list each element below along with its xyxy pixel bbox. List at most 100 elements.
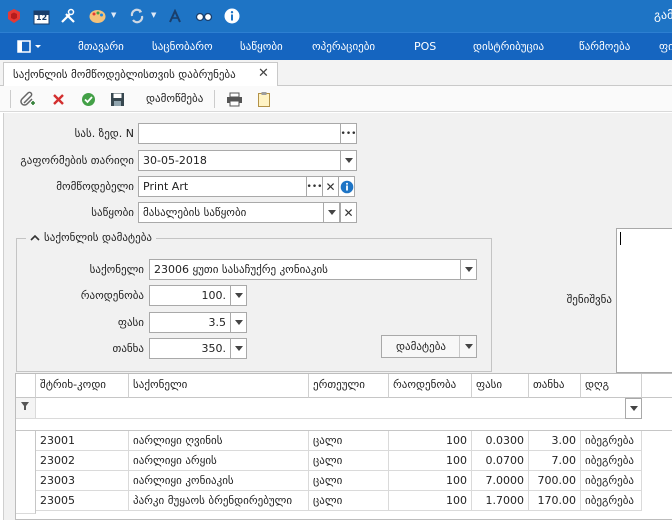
table-cell[interactable]: 23001 [36,431,129,451]
table-cell[interactable]: 700.00 [529,471,581,491]
column-header-amount[interactable]: თანხა [529,374,581,398]
table-cell[interactable]: 0.0700 [472,451,529,471]
table-cell[interactable]: ცალი [309,431,389,451]
menu-item-distribution[interactable]: დისტრიბუცია [473,40,544,53]
doc-number-browse-button[interactable]: ••• [340,123,357,144]
clipboard-icon[interactable] [254,89,274,109]
glasses-icon[interactable] [194,6,214,26]
table-cell[interactable]: 23003 [36,471,129,491]
tools-icon[interactable] [58,6,78,26]
grid-row-header [16,374,36,398]
supplier-info-icon[interactable] [338,176,355,197]
tab-supplier-return[interactable]: საქონლის მომწოდებლისთვის დაბრუნება ✕ [3,62,278,87]
amount-dropdown-button[interactable] [230,338,247,359]
table-cell[interactable]: იბეგრება [581,431,642,451]
column-header-item[interactable]: საქონელი [129,374,309,398]
chevron-down-icon [234,320,243,325]
filter-row[interactable] [36,398,642,419]
date-field[interactable]: 30-05-2018 [138,150,341,171]
save-icon[interactable] [107,89,127,109]
info-icon[interactable] [222,6,242,26]
print-icon[interactable] [224,89,244,109]
item-field[interactable]: 23006 ყუთი სასაჩუქრე კონიაკის [149,259,463,280]
palette-dropdown-icon[interactable]: ▼ [111,11,116,19]
table-cell[interactable]: 100 [389,471,472,491]
menu-item-production[interactable]: წარმოება [579,40,630,53]
table-cell[interactable]: 170.00 [529,491,581,511]
supplier-field[interactable]: Print Art [138,176,307,197]
app-logo-icon[interactable] [4,6,24,26]
item-dropdown-button[interactable] [460,259,477,280]
sync-dropdown-icon[interactable]: ▼ [151,11,156,19]
table-cell[interactable]: 0.0300 [472,431,529,451]
supplier-clear-button[interactable]: ✕ [322,176,339,197]
table-cell[interactable]: ცალი [309,491,389,511]
menu-item-pos[interactable]: POS [414,40,436,53]
notes-textarea[interactable] [616,228,672,373]
close-tab-icon[interactable]: ✕ [258,66,269,81]
palette-icon[interactable] [87,6,107,26]
table-cell[interactable]: 3.00 [529,431,581,451]
quantity-dropdown-button[interactable] [230,285,247,306]
amount-field[interactable]: 350. [149,338,231,359]
add-item-group-header[interactable]: საქონლის დამატება [26,231,156,244]
table-cell[interactable]: 7.0000 [472,471,529,491]
table-cell[interactable]: იბეგრება [581,451,642,471]
tab-title: საქონლის მომწოდებლისთვის დაბრუნება [13,68,236,81]
table-cell[interactable]: 100 [389,451,472,471]
sync-icon[interactable] [127,6,147,26]
approve-icon[interactable] [78,89,98,109]
table-cell[interactable]: იბეგრება [581,471,642,491]
column-header-barcode[interactable]: შტრიხ-კოდი [36,374,129,398]
table-cell[interactable]: 1.7000 [472,491,529,511]
table-cell[interactable]: იარლიყი არყის [129,451,309,471]
table-cell[interactable]: 23002 [36,451,129,471]
add-attachment-icon[interactable] [18,89,38,109]
chevron-down-icon[interactable] [465,344,473,349]
doc-number-field[interactable] [138,123,341,144]
column-header-vat[interactable]: დღგ [581,374,642,398]
collapse-chevron-icon[interactable] [30,231,40,244]
table-cell[interactable]: 100 [389,431,472,451]
table-cell[interactable]: ცალი [309,451,389,471]
column-header-quantity[interactable]: რაოდენობა [389,374,472,398]
warehouse-dropdown-button[interactable] [323,202,340,223]
table-cell[interactable]: პარკი მუყაოს ბრენდირებული [129,491,309,511]
menu-toggle-icon[interactable] [17,40,45,54]
add-item-button-label: დამატება [396,340,446,353]
table-cell[interactable]: იარლიყი კონიაკის [129,471,309,491]
menu-item-warehouse[interactable]: საწყობი [240,40,283,53]
warehouse-field[interactable]: მასალების საწყობი [138,202,324,223]
toolbar-divider [10,90,11,108]
items-grid: შტრიხ-კოდი საქონელი ერთეული რაოდენობა ფა… [15,373,672,520]
price-field[interactable]: 3.5 [149,312,231,333]
delete-icon[interactable] [48,89,68,109]
chart-icon[interactable] [165,6,185,26]
supplier-browse-button[interactable]: ••• [306,176,323,197]
quantity-label: რაოდენობა [80,289,144,302]
grid-spacer [16,419,672,431]
add-item-group-title: საქონლის დამატება [44,231,152,244]
table-cell[interactable]: 23005 [36,491,129,511]
date-dropdown-button[interactable] [340,150,357,171]
calendar-icon[interactable]: 12 [31,6,51,26]
quantity-field[interactable]: 100. [149,285,231,306]
check-button[interactable]: დამოწმება [146,92,203,105]
menu-item-finance[interactable]: ფი [659,40,672,53]
table-cell[interactable]: ცალი [309,471,389,491]
table-cell[interactable]: იბეგრება [581,491,642,511]
price-dropdown-button[interactable] [230,312,247,333]
table-cell[interactable]: 100 [389,491,472,511]
filter-dropdown-button[interactable] [625,398,642,419]
menu-item-operations[interactable]: ოპერაციები [312,40,375,53]
warehouse-clear-button[interactable]: ✕ [340,202,357,223]
table-cell[interactable]: 7.00 [529,451,581,471]
menu-item-reference[interactable]: საცნობარო [152,40,213,53]
column-header-unit[interactable]: ერთეული [309,374,389,398]
button-divider [459,336,460,357]
menu-item-main[interactable]: მთავარი [78,40,124,53]
column-header-price[interactable]: ფასი [472,374,529,398]
filter-row-icon[interactable] [16,398,36,419]
table-cell[interactable]: იარლიყი ღვინის [129,431,309,451]
add-item-button[interactable]: დამატება [381,335,477,358]
